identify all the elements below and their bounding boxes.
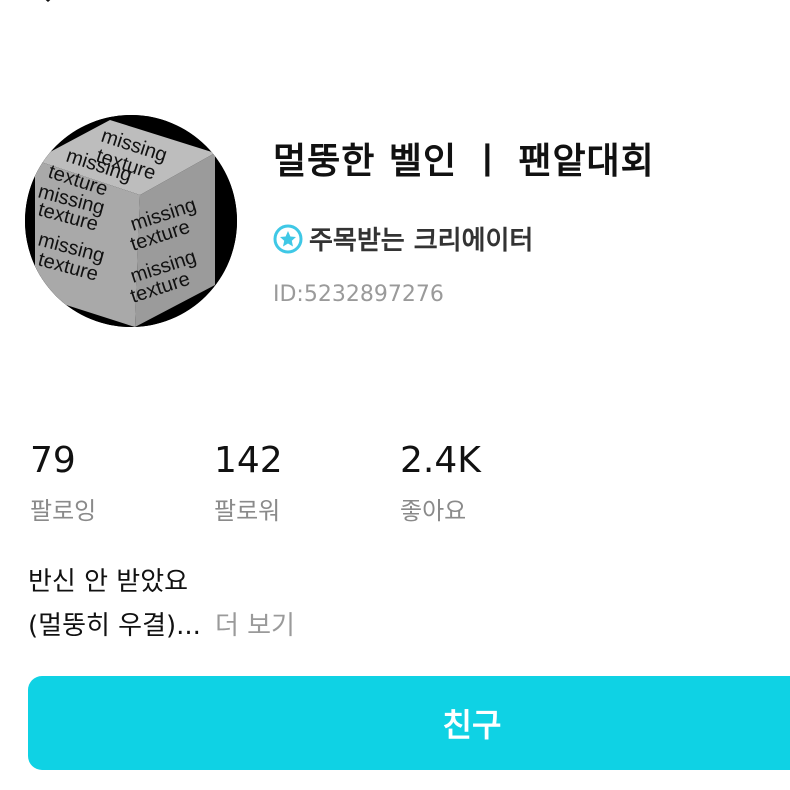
stat-likes[interactable]: 2.4K 좋아요 [400,440,481,526]
stat-following[interactable]: 79 팔로잉 [30,440,96,526]
user-id: ID:5232897276 [273,282,444,307]
profile-name: 멀뚱한 벨인 ㅣ 팬앝대회 [273,141,655,182]
friend-button[interactable] [28,676,790,770]
likes-label: 좋아요 [400,497,467,525]
badge-label: 주목받는 크리에이터 [309,226,534,256]
star-badge-icon [273,224,303,253]
back-arrow-icon[interactable] [22,0,62,6]
followers-count: 142 [214,440,283,481]
bio-line-1: 반신 안 받았요 [28,567,189,597]
following-count: 79 [30,440,76,481]
following-label: 팔로잉 [30,497,97,525]
avatar[interactable]: missing texture missing texture missing … [25,115,237,327]
stat-followers[interactable]: 142 팔로워 [214,440,283,526]
followers-label: 팔로워 [214,497,281,525]
see-more-link[interactable]: 더 보기 [215,611,295,641]
bio-line-2-text: (멀뚱히 우결)... [28,611,201,641]
missing-texture-cube-image: missing texture missing texture missing … [25,115,237,327]
likes-count: 2.4K [400,440,481,481]
creator-badge[interactable]: 주목받는 크리에이터 [273,220,533,257]
stats-row: 79 팔로잉 142 팔로워 2.4K 좋아요 [0,440,790,530]
bio-line-2: (멀뚱히 우결)... 더 보기 [28,604,295,648]
bio: 반신 안 받았요 (멀뚱히 우결)... 더 보기 [28,560,295,648]
